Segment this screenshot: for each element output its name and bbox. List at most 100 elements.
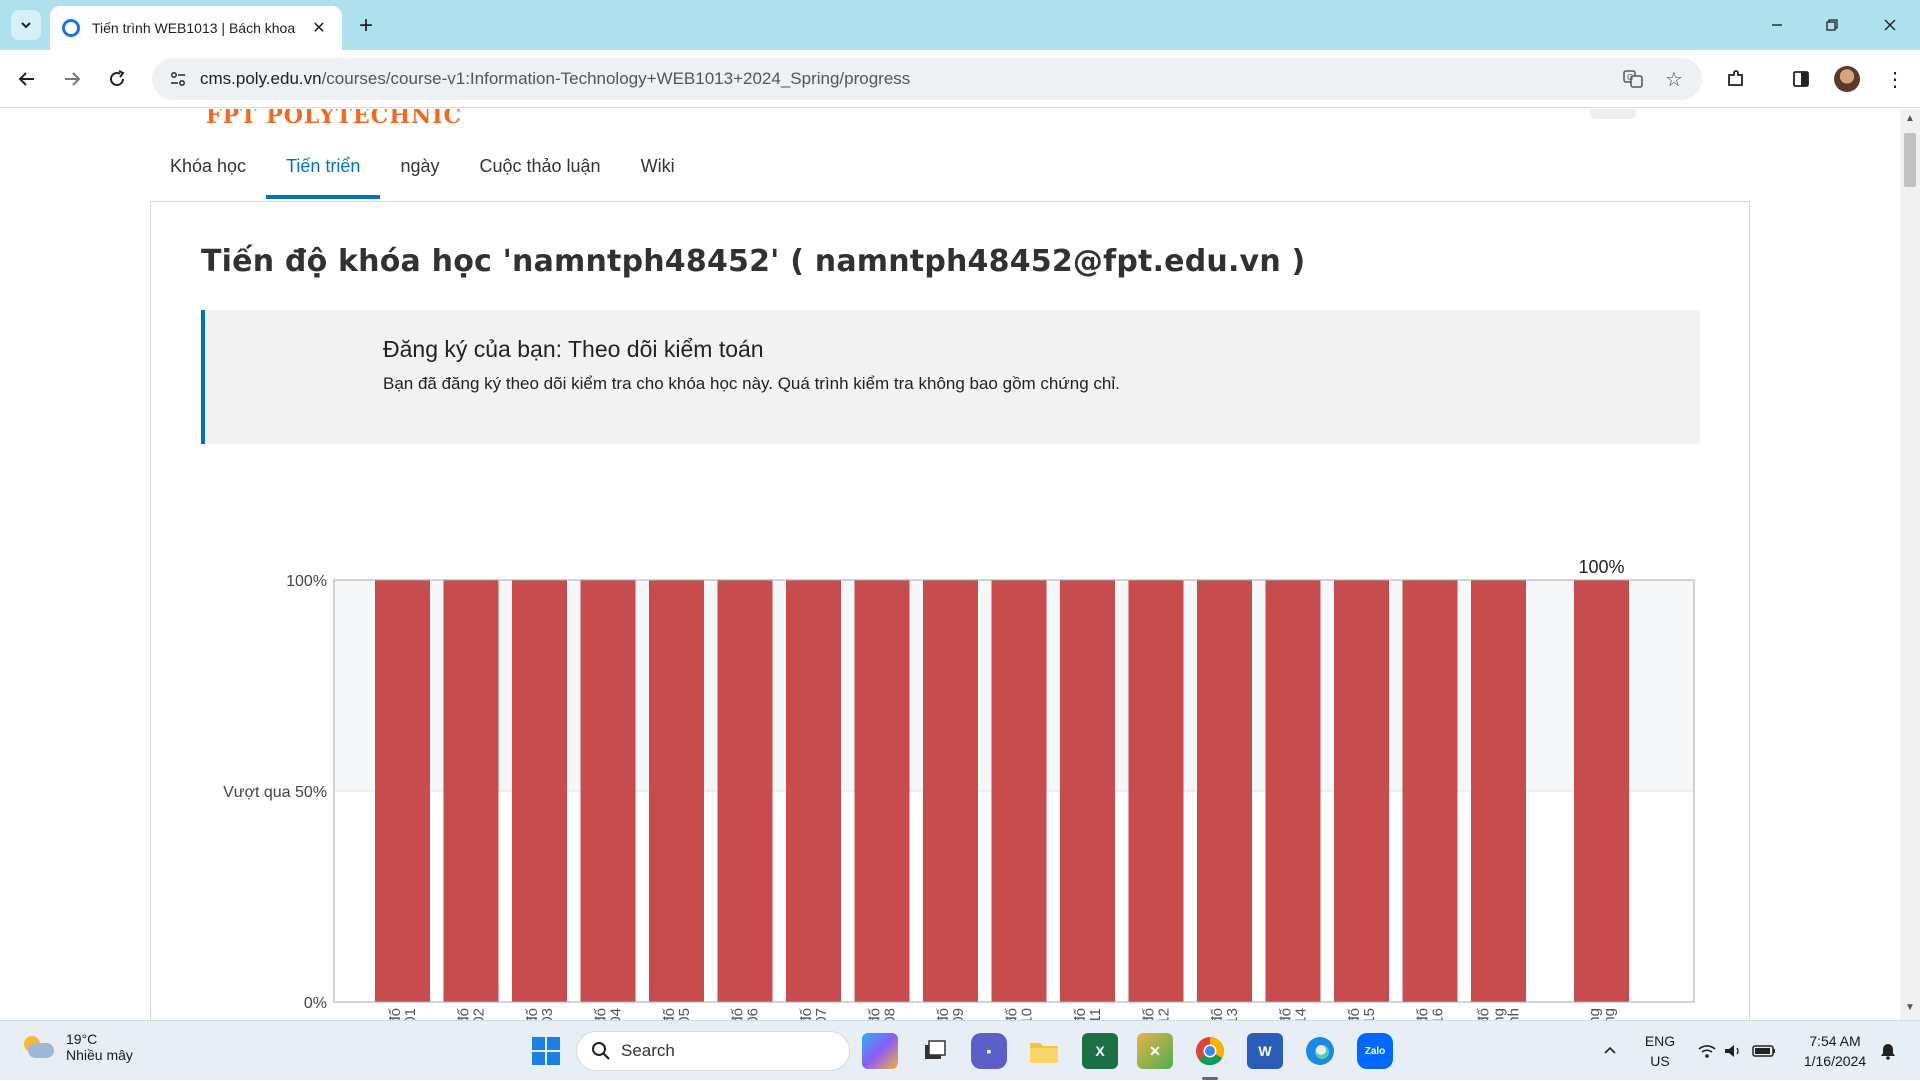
- close-window-icon: [1884, 19, 1896, 31]
- x-tick-label: 07: [813, 1008, 830, 1020]
- back-button[interactable]: [12, 64, 42, 94]
- grade-bar: [649, 580, 704, 1002]
- x-tick-label: 11: [1087, 1008, 1104, 1020]
- lang-code: ENG: [1644, 1033, 1676, 1049]
- minimize-icon: [1772, 24, 1782, 26]
- grade-chart: 0%Vượt qua 50%100%Câu đố01Câu đố02Câu đố…: [223, 557, 1695, 1020]
- start-button[interactable]: [528, 1033, 564, 1069]
- tab-course[interactable]: Khóa học: [150, 151, 266, 199]
- clock-time: 7:54 AM: [1809, 1033, 1861, 1049]
- url-text: cms.poly.edu.vn/courses/course-v1:Inform…: [200, 69, 910, 89]
- weather-widget[interactable]: 19°C Nhiều mây: [22, 1031, 133, 1063]
- y-tick-label: 0%: [304, 995, 327, 1012]
- x-tick-label: 13: [1224, 1008, 1241, 1020]
- address-bar[interactable]: cms.poly.edu.vn/courses/course-v1:Inform…: [152, 58, 1702, 100]
- file-explorer-icon[interactable]: [1026, 1033, 1062, 1069]
- x-tick-label: 15: [1361, 1008, 1378, 1020]
- new-tab-button[interactable]: +: [352, 12, 380, 40]
- x-tick-label: cộng: [1601, 1008, 1618, 1020]
- grade-bar: [580, 580, 636, 1002]
- grade-bar: [1060, 580, 1115, 1002]
- scroll-thumb[interactable]: [1904, 133, 1916, 187]
- forward-button[interactable]: [57, 64, 87, 94]
- x-tick-label: 02: [471, 1008, 488, 1020]
- chrome-icon[interactable]: [1192, 1033, 1228, 1069]
- more-menu-icon[interactable]: ⋮: [1880, 64, 1910, 94]
- y-tick-label: Vượt qua 50%: [223, 784, 327, 801]
- zalo-icon[interactable]: Zalo: [1357, 1033, 1393, 1069]
- reload-button[interactable]: [102, 64, 132, 94]
- grade-bar: [1574, 580, 1629, 1002]
- grade-bar: [375, 580, 430, 1002]
- x-tick-label: 06: [745, 1008, 762, 1020]
- url-host: cms.poly.edu.vn: [200, 69, 322, 88]
- scroll-down-icon[interactable]: ▼: [1904, 1002, 1916, 1014]
- task-view-icon[interactable]: [917, 1033, 953, 1069]
- edge-icon[interactable]: [1302, 1033, 1338, 1069]
- svg-text:G: G: [1627, 73, 1633, 82]
- minimize-button[interactable]: [1757, 10, 1797, 40]
- close-icon[interactable]: ✕: [308, 17, 330, 39]
- fpt-polytechnic-logo: FPT POLYTECHNIC: [206, 109, 463, 129]
- grade-bar: [786, 580, 841, 1002]
- url-path: /courses/course-v1:Information-Technolog…: [321, 69, 911, 88]
- clock-date: 1/16/2024: [1803, 1053, 1867, 1069]
- taskbar-search[interactable]: Search: [576, 1031, 850, 1071]
- word-icon[interactable]: W: [1247, 1033, 1283, 1069]
- excel-icon[interactable]: X: [1082, 1033, 1118, 1069]
- x-tick-label: 12: [1156, 1008, 1173, 1020]
- x-tick-label: 01: [402, 1008, 419, 1020]
- tab-search-button[interactable]: [11, 10, 41, 40]
- tab-dates[interactable]: ngày: [380, 151, 459, 199]
- grade-bar: [923, 580, 978, 1002]
- battery-icon: [1752, 1045, 1775, 1057]
- notification-bell-icon[interactable]: [1876, 1021, 1900, 1081]
- chevron-up-icon: [1604, 1046, 1616, 1054]
- site-settings-icon[interactable]: [166, 67, 190, 91]
- tab-title: Tiến trình WEB1013 | Bách khoa: [92, 20, 296, 36]
- teams-chat-icon[interactable]: ▪: [971, 1033, 1007, 1069]
- volume-icon: [1725, 1045, 1739, 1057]
- restore-button[interactable]: [1812, 10, 1852, 40]
- arrow-left-icon: [18, 72, 34, 86]
- grade-bar: [1471, 580, 1526, 1002]
- show-hidden-icons[interactable]: [1598, 1021, 1622, 1081]
- browser-toolbar: cms.poly.edu.vn/courses/course-v1:Inform…: [0, 50, 1920, 108]
- header-user-menu[interactable]: [1590, 109, 1636, 119]
- copilot-icon[interactable]: [862, 1033, 898, 1069]
- profile-avatar[interactable]: [1834, 66, 1860, 92]
- input-language[interactable]: ENG US: [1640, 1031, 1680, 1071]
- grade-bar: [512, 580, 567, 1002]
- x-tick-label: 10: [1019, 1008, 1036, 1020]
- tab-wiki[interactable]: Wiki: [621, 151, 695, 199]
- windows-logo-icon: [532, 1037, 560, 1065]
- grade-bar: [443, 580, 499, 1002]
- course-tabs: Khóa học Tiến triển ngày Cuộc thảo luận …: [150, 151, 695, 199]
- bookmark-star-icon[interactable]: ☆: [1662, 67, 1686, 91]
- x-tick-label: 04: [608, 1008, 625, 1020]
- page-viewport: FPT POLYTECHNIC Khóa học Tiến triển ngày…: [0, 109, 1900, 1020]
- scroll-up-icon[interactable]: ▲: [1904, 113, 1916, 125]
- browser-tab-active[interactable]: Tiến trình WEB1013 | Bách khoa ✕: [50, 6, 342, 50]
- grade-bar: [1265, 580, 1321, 1002]
- page-scrollbar[interactable]: ▲ ▼: [1900, 109, 1920, 1020]
- close-window-button[interactable]: [1870, 10, 1910, 40]
- reload-icon: [110, 70, 125, 86]
- grade-bar: [991, 580, 1047, 1002]
- total-value-label: 100%: [1578, 557, 1624, 577]
- grade-bar: [854, 580, 910, 1002]
- progress-card: Tiến độ khóa học 'namntph48452' ( namntp…: [150, 201, 1750, 1020]
- tab-progress[interactable]: Tiến triển: [266, 151, 381, 199]
- search-icon: [592, 1042, 610, 1060]
- tab-discussion[interactable]: Cuộc thảo luận: [459, 151, 620, 199]
- side-panel-icon[interactable]: [1786, 64, 1816, 94]
- x-tick-label: 05: [676, 1008, 693, 1020]
- wifi-icon: [1698, 1045, 1716, 1058]
- extensions-icon[interactable]: [1721, 64, 1751, 94]
- windows-taskbar: 19°C Nhiều mây Search ▪ X ✕ W Zalo ENG U…: [0, 1020, 1920, 1080]
- system-tray[interactable]: [1694, 1021, 1784, 1081]
- taskbar-clock[interactable]: 7:54 AM 1/16/2024: [1790, 1031, 1880, 1071]
- translate-icon[interactable]: G: [1621, 67, 1645, 91]
- app-icon[interactable]: ✕: [1137, 1033, 1173, 1069]
- x-tick-label: 08: [882, 1008, 899, 1020]
